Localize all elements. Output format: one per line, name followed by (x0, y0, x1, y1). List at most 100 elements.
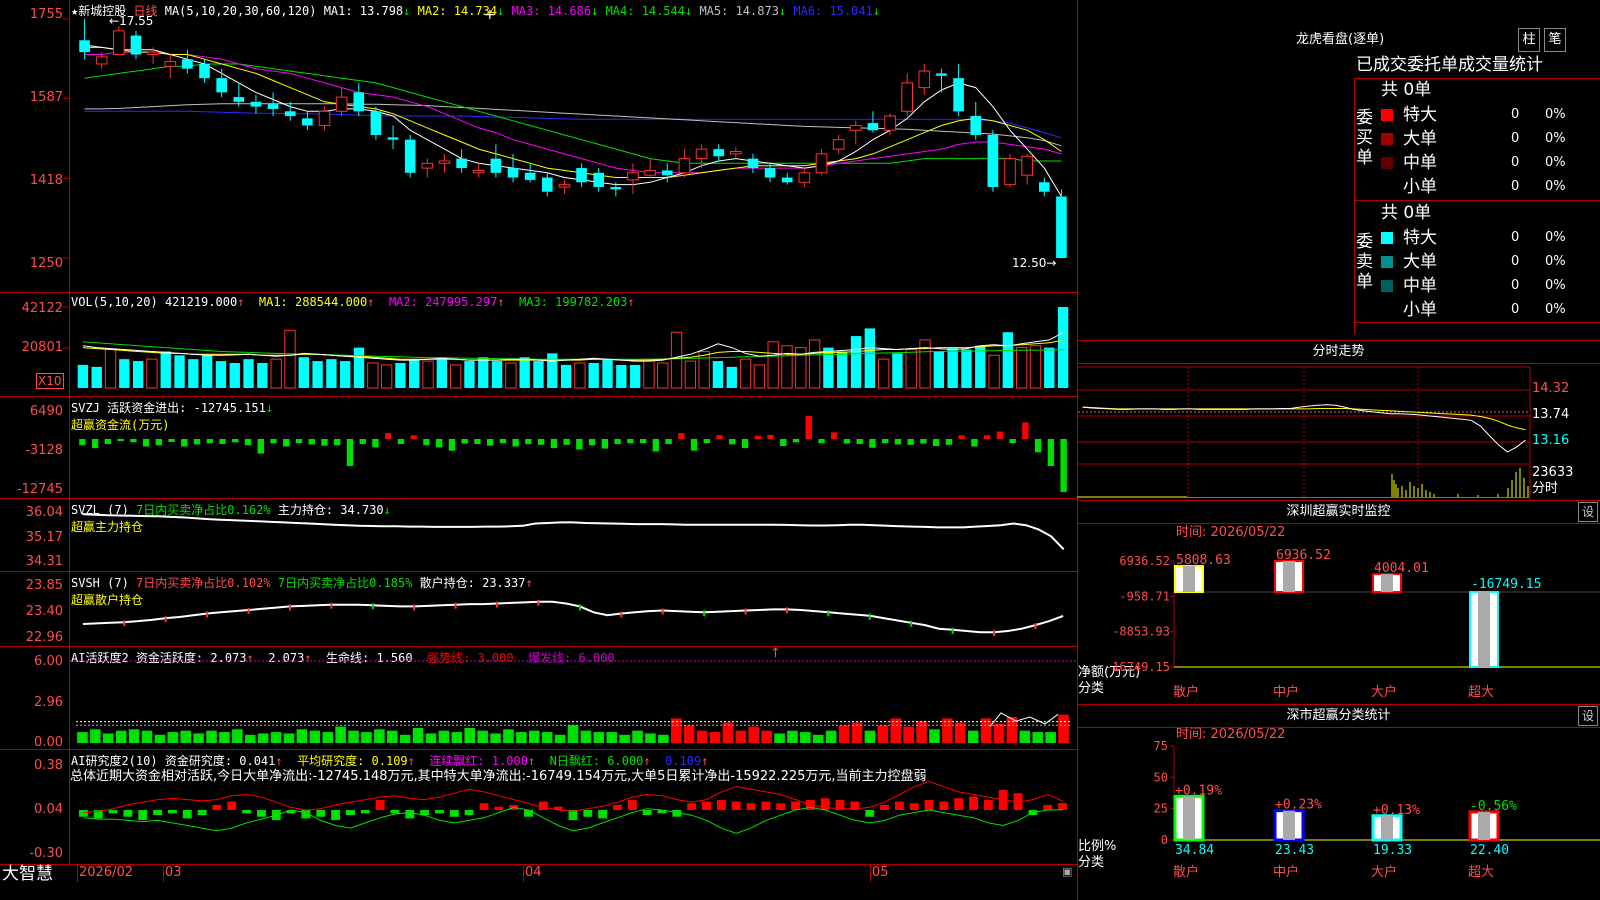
ai2-bar (880, 804, 890, 810)
svzj-bar (996, 431, 1004, 439)
ai1-bar (800, 732, 811, 743)
buy-percent: 0% (1545, 179, 1566, 194)
ai1-bar (322, 732, 334, 743)
szc-y-label-1: 75 (1154, 739, 1168, 753)
ai2-bar (538, 801, 548, 810)
buy-count: 0 (1511, 179, 1520, 194)
svzj-bar (639, 438, 647, 444)
candle-body-down (216, 78, 227, 93)
order-tabs[interactable]: 已成交委托单成交量统计 (1356, 54, 1543, 76)
ai2-bar (123, 810, 133, 817)
vol-bar (753, 364, 766, 389)
ai1-bar (412, 727, 424, 743)
svzj-bar (512, 438, 519, 447)
svzl-panel[interactable]: 36.04 35.17 34.31 SVZL (7) 7日内买卖净占比0.162… (0, 499, 1077, 572)
vol-bar (1057, 307, 1069, 388)
vol-bar (436, 357, 448, 388)
svzj-bar (257, 438, 264, 454)
sell-total: 共 0单 (1381, 203, 1432, 223)
ai1-bar (541, 732, 553, 743)
ai1-bar (1032, 732, 1044, 743)
svzj-bar (818, 438, 825, 444)
volume-panel[interactable]: 42122 20801 X10 VOL(5,10,20) 421219.000↑… (0, 293, 1077, 397)
ma-line-ma6 (84, 110, 1062, 139)
szc-bar-shade-2 (1283, 810, 1295, 840)
ai2-bar (613, 804, 622, 810)
ai1-bar (877, 725, 889, 743)
vol-bar (560, 364, 572, 388)
szm-bar-shade-3 (1381, 574, 1393, 593)
svzj-bar (741, 438, 749, 449)
svsh-panel[interactable]: 23.85 23.40 22.96 SVSH (7) 7日内买卖净占比0.102… (0, 572, 1077, 647)
vol-bar (174, 355, 185, 388)
x-tick-1 (77, 865, 78, 882)
buy-side-label: 委买单 (1356, 108, 1373, 168)
intraday-chart[interactable]: 14.32 13.74 13.16 23633 分时 (1077, 364, 1600, 500)
sz-classify-settings-button[interactable]: 设 (1578, 706, 1598, 726)
svzj-bar (232, 438, 239, 443)
candle-body-down (490, 158, 502, 173)
sz-monitor-chart[interactable]: 时间: 2026/05/22 净额(万元) 分类 6936.52 -958.71-… (1078, 524, 1600, 704)
intraday-avg-line (1082, 406, 1526, 431)
buy-color-icon (1381, 157, 1393, 169)
vol-bar (877, 358, 890, 389)
kline-chart (63, 18, 1067, 259)
order-monitor[interactable]: 龙虎看盘(逐单) 柱 笔 已成交委托单成交量统计 委买单 委卖单 共 0单 共 … (1078, 0, 1600, 340)
ai1-bar (193, 733, 204, 743)
ai1-bar (812, 734, 824, 743)
intraday-label-2: 13.74 (1532, 407, 1570, 422)
svzj-bar (792, 438, 800, 443)
vol-bar (905, 349, 917, 389)
ai2-bar (464, 810, 474, 816)
order-monitor-title: 龙虎看盘(逐单) (1296, 32, 1385, 47)
svzj-bar (181, 438, 188, 447)
ai-research-panel[interactable]: 0.38 0.04 -0.30 AI研究度2(10) 资金研究度: 0.041↑… (0, 750, 1077, 865)
candle-body-down (302, 118, 313, 126)
sell-color-icon (1381, 280, 1393, 292)
svzj-panel[interactable]: 6490 -3128 -12745 SVZJ 活跃资金进出: -12745.15… (0, 397, 1077, 499)
tick-mode-button[interactable]: 笔 (1544, 28, 1566, 52)
vol-bar (684, 360, 697, 389)
candle-body-down (130, 35, 142, 55)
candle-body-up (832, 139, 845, 150)
svzj-bar (142, 438, 150, 447)
ai2-bar (731, 801, 741, 810)
vol-bar (767, 341, 779, 389)
candle-body-down (267, 104, 279, 109)
sz-monitor-settings-button[interactable]: 设 (1578, 502, 1598, 522)
sz-classify-chart[interactable]: 时间: 2026/05/22 比例% 分类 75 50 25 0 +0.19% 34.84… (1078, 728, 1600, 900)
szc-value-4: 22.40 (1470, 843, 1509, 858)
svzj-bar (754, 435, 761, 439)
candle-body-up (113, 30, 125, 55)
svzj-bar (652, 438, 660, 452)
ai-activity-panel[interactable]: 6.00 2.96 0.00 AI活跃度2 资金活跃度: 2.073↑, 2.0… (0, 647, 1077, 750)
candle-body-down (764, 168, 776, 178)
vol-bar (712, 361, 724, 388)
ai2-bar (197, 810, 207, 816)
svzj-bar (104, 438, 112, 444)
buy-total: 共 0单 (1381, 80, 1432, 100)
ai1-bar (167, 732, 179, 743)
svzj-bar (933, 438, 940, 447)
svzj-bar (244, 438, 252, 446)
ai1-bar (761, 730, 772, 743)
candle-body-down (610, 187, 622, 190)
szc-change-4: -0.56% (1470, 799, 1517, 814)
buy-row-4: 小单 0 0% (1381, 175, 1600, 199)
candle-body-up (798, 172, 811, 183)
kline-panel[interactable]: 1755 1587 1418 1250 ★新城控股 日线 MA(5,10,20,… (0, 0, 1077, 293)
sell-order-rows: 特大 0 0% 大单 0 0% 中单 0 0% 小单 0 0% (1381, 226, 1600, 322)
szm-y-label-2: -958.71 (1119, 589, 1170, 603)
buy-row-1: 特大 0 0% (1381, 103, 1600, 127)
ai2-bar (939, 801, 949, 810)
lock-icon[interactable]: ▣ (1062, 865, 1072, 879)
candle-body-up (147, 51, 159, 55)
candle-body-down (182, 59, 193, 69)
svzj-chart (79, 416, 1067, 492)
svzj-bar (1009, 438, 1016, 444)
x-label-1: 2026/02 (79, 865, 134, 880)
buy-color-icon (1381, 133, 1393, 145)
szc-y-label-4: 0 (1161, 833, 1168, 847)
bar-mode-button[interactable]: 柱 (1518, 28, 1540, 52)
ai1-bar (503, 729, 514, 743)
